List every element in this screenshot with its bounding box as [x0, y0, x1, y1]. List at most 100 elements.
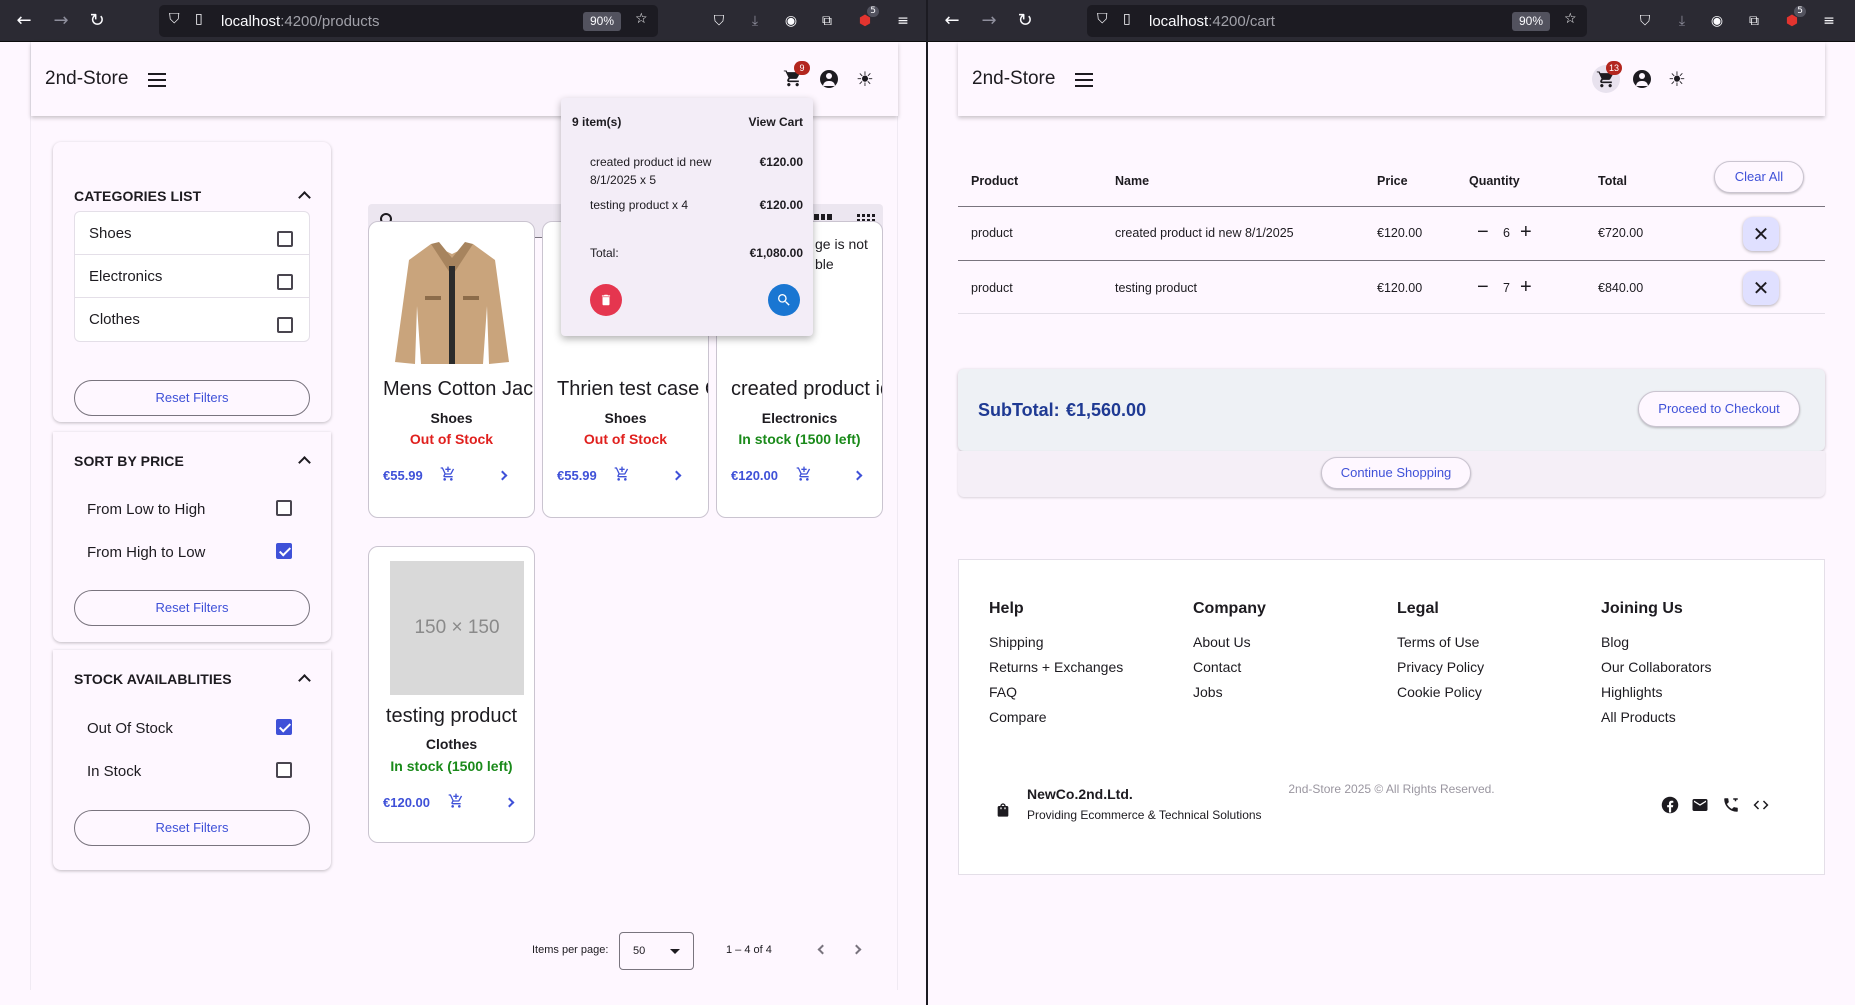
url-bar[interactable]: ⛉ ▯ localhost:4200/products 90% ☆ — [159, 5, 658, 37]
footer-link[interactable]: FAQ — [989, 684, 1017, 700]
hamburger-menu-icon[interactable] — [1075, 73, 1093, 87]
increase-qty-icon[interactable]: + — [1520, 276, 1532, 299]
hamburger-menu-icon[interactable] — [148, 73, 166, 87]
menu-icon[interactable]: ≡ — [1820, 12, 1838, 30]
theme-toggle-sun-icon[interactable]: ☀ — [1666, 68, 1688, 90]
ublock-icon[interactable]: ⬢ 5 — [1783, 6, 1806, 30]
view-cart-link[interactable]: View Cart — [749, 115, 803, 129]
footer-link[interactable]: Cookie Policy — [1397, 684, 1482, 700]
pocket-icon[interactable]: ⛉ — [1636, 12, 1654, 30]
sort-low-high-checkbox[interactable] — [276, 500, 292, 516]
zoom-indicator[interactable]: 90% — [583, 12, 621, 31]
menu-icon[interactable]: ≡ — [894, 12, 912, 30]
increase-qty-icon[interactable]: + — [1520, 221, 1532, 244]
back-icon[interactable]: ← — [941, 10, 963, 32]
decrease-qty-icon[interactable]: − — [1477, 276, 1489, 299]
footer-link[interactable]: Terms of Use — [1397, 634, 1479, 650]
account-icon[interactable]: ◉ — [1708, 12, 1726, 30]
row-name[interactable]: testing product — [1115, 281, 1197, 295]
cart-icon[interactable]: 13 — [1592, 61, 1623, 93]
add-to-cart-icon[interactable] — [440, 466, 456, 482]
brand-logo[interactable]: 2nd-Store — [45, 68, 128, 90]
footer-link[interactable]: Returns + Exchanges — [989, 659, 1123, 675]
footer-link[interactable]: Our Collaborators — [1601, 659, 1712, 675]
reset-filters-button[interactable]: Reset Filters — [74, 380, 310, 416]
footer-link[interactable]: Jobs — [1193, 684, 1223, 700]
download-icon[interactable]: ⤓ — [1673, 12, 1691, 30]
product-category: Shoes — [430, 410, 473, 426]
footer-link[interactable]: Contact — [1193, 659, 1241, 675]
items-per-page-select[interactable]: 50 — [619, 932, 694, 970]
code-icon[interactable] — [1751, 795, 1771, 815]
reset-filters-button[interactable]: Reset Filters — [74, 590, 310, 626]
chevron-right-icon[interactable] — [497, 470, 508, 481]
clear-all-button[interactable]: Clear All — [1714, 161, 1804, 193]
forward-icon[interactable]: → — [978, 10, 1000, 32]
category-item-shoes[interactable]: Shoes — [75, 212, 309, 255]
forward-icon[interactable]: → — [50, 10, 72, 32]
chevron-right-icon[interactable] — [504, 797, 515, 808]
chevron-right-icon[interactable] — [852, 470, 863, 481]
pocket-icon[interactable]: ⛉ — [710, 12, 728, 30]
ublock-icon[interactable]: ⬢ 5 — [856, 6, 879, 30]
category-checkbox[interactable] — [277, 274, 293, 290]
product-card[interactable]: Mens Cotton Jacket Shoes Out of Stock €5… — [368, 221, 535, 518]
product-title[interactable]: testing product — [369, 705, 534, 728]
proceed-to-checkout-button[interactable]: Proceed to Checkout — [1638, 391, 1800, 427]
bookmark-star-icon[interactable]: ☆ — [1564, 11, 1577, 27]
clear-cart-button[interactable] — [590, 284, 622, 316]
product-title[interactable]: Mens Cotton Jacket — [383, 378, 534, 401]
footer-link[interactable]: Highlights — [1601, 684, 1662, 700]
extensions-icon[interactable]: ⧉ — [818, 12, 836, 30]
product-card[interactable]: 150 × 150 testing product Clothes In sto… — [368, 546, 535, 843]
add-to-cart-icon[interactable] — [796, 466, 812, 482]
chevron-up-icon[interactable] — [298, 191, 311, 204]
remove-item-close-icon[interactable]: ✕ — [1743, 217, 1779, 251]
extensions-icon[interactable]: ⧉ — [1745, 12, 1763, 30]
category-item-electronics[interactable]: Electronics — [75, 255, 309, 298]
product-title[interactable]: created product id new — [731, 378, 882, 401]
product-image[interactable] — [391, 236, 513, 368]
view-cart-search-button[interactable] — [768, 284, 800, 316]
theme-toggle-sun-icon[interactable]: ☀ — [854, 68, 876, 90]
footer-link[interactable]: About Us — [1193, 634, 1251, 650]
account-icon[interactable]: ◉ — [782, 12, 800, 30]
zoom-indicator[interactable]: 90% — [1512, 12, 1550, 31]
continue-shopping-button[interactable]: Continue Shopping — [1321, 457, 1471, 489]
in-stock-checkbox[interactable] — [276, 762, 292, 778]
out-of-stock-checkbox[interactable] — [276, 719, 292, 735]
cart-icon[interactable]: 9 — [783, 61, 810, 90]
category-checkbox[interactable] — [277, 231, 293, 247]
facebook-icon[interactable] — [1660, 795, 1680, 815]
account-circle-icon[interactable] — [1633, 70, 1651, 88]
footer-link[interactable]: Shipping — [989, 634, 1044, 650]
sort-high-low-checkbox[interactable] — [276, 543, 292, 559]
url-bar[interactable]: ⛉ ▯ localhost:4200/cart 90% ☆ — [1087, 5, 1587, 37]
account-circle-icon[interactable] — [820, 70, 838, 88]
brand-logo[interactable]: 2nd-Store — [972, 68, 1055, 90]
add-to-cart-icon[interactable] — [614, 466, 630, 482]
footer-link[interactable]: Compare — [989, 709, 1047, 725]
decrease-qty-icon[interactable]: − — [1477, 221, 1489, 244]
footer-link[interactable]: All Products — [1601, 709, 1676, 725]
row-name[interactable]: created product id new 8/1/2025 — [1115, 226, 1294, 240]
download-icon[interactable]: ⤓ — [746, 12, 764, 30]
mail-icon[interactable] — [1690, 795, 1710, 815]
category-checkbox[interactable] — [277, 317, 293, 333]
back-icon[interactable]: ← — [13, 10, 35, 32]
reset-filters-button[interactable]: Reset Filters — [74, 810, 310, 846]
chevron-up-icon[interactable] — [298, 674, 311, 687]
phone-icon[interactable] — [1721, 795, 1741, 815]
reload-icon[interactable]: ↻ — [1014, 10, 1036, 32]
remove-item-close-icon[interactable]: ✕ — [1743, 271, 1779, 305]
footer-link[interactable]: Blog — [1601, 634, 1629, 650]
reload-icon[interactable]: ↻ — [86, 10, 108, 32]
chevron-up-icon[interactable] — [298, 456, 311, 469]
product-image-placeholder[interactable]: 150 × 150 — [390, 561, 524, 695]
add-to-cart-icon[interactable] — [448, 793, 464, 809]
product-title[interactable]: Thrien test case C — [557, 378, 708, 401]
category-item-clothes[interactable]: Clothes — [75, 298, 309, 341]
bookmark-star-icon[interactable]: ☆ — [635, 11, 648, 27]
footer-link[interactable]: Privacy Policy — [1397, 659, 1484, 675]
chevron-right-icon[interactable] — [671, 470, 682, 481]
